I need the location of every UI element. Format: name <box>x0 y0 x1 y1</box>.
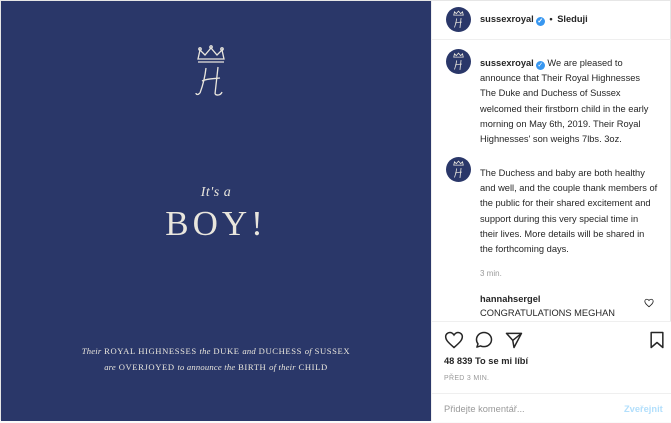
publish-button[interactable]: Zveřejnit <box>624 404 663 414</box>
heart-icon[interactable] <box>444 330 464 350</box>
likes-number: 48 839 <box>444 356 473 366</box>
announcement-line-1: Their ROYAL HIGHNESSES the DUKE and DUCH… <box>1 346 431 356</box>
share-icon[interactable] <box>504 330 524 350</box>
crown-h-monogram-icon <box>453 160 464 178</box>
comment-text: CONGRATULATIONS MEGHAN <box>480 308 615 318</box>
likes-count[interactable]: 48 839 To se mi líbí <box>444 356 528 366</box>
ann-word: the <box>199 346 211 356</box>
post-image[interactable]: It's a BOY! Their ROYAL HIGHNESSES the D… <box>1 1 431 421</box>
verified-badge-icon: ✓ <box>535 17 545 26</box>
announcement-line-2: are OVERJOYED to announce the BIRTH of t… <box>1 362 431 372</box>
bookmark-icon[interactable] <box>647 330 667 350</box>
likes-label: To se mi líbí <box>475 356 529 366</box>
ann-word: and <box>242 346 256 356</box>
verified-badge-icon: ✓ <box>535 61 545 70</box>
boy-headline: BOY! <box>165 204 267 243</box>
avatar[interactable] <box>446 7 471 32</box>
ann-word: DUKE <box>213 346 240 356</box>
avatar[interactable] <box>446 157 471 182</box>
post-header: sussexroyal ✓ • Sleduji <box>432 1 671 40</box>
comment-timestamp[interactable]: 3 min. <box>480 269 502 278</box>
post-actions: 48 839 To se mi líbí PŘED 3 MIN. Zveřejn… <box>432 321 671 422</box>
ann-word: to announce the <box>177 362 236 372</box>
crown-h-monogram-icon <box>453 52 464 70</box>
ann-word: Their <box>81 346 102 356</box>
username-link[interactable]: hannahsergel <box>480 294 540 304</box>
ann-word: OVERJOYED <box>118 362 175 372</box>
comment-text: The Duchess and baby are both healthy an… <box>480 168 658 255</box>
comment-input[interactable] <box>444 401 604 417</box>
following-button[interactable]: Sleduji <box>557 14 587 24</box>
ann-word: SUSSEX <box>314 346 351 356</box>
ann-word: are <box>104 362 116 372</box>
ann-word: of their <box>269 362 296 372</box>
caption-body: We are pleased to announce that Their Ro… <box>480 58 649 145</box>
separator-dot: • <box>549 14 553 24</box>
its-a-text: It's a <box>200 185 232 200</box>
ann-word: of <box>304 346 312 356</box>
username-link[interactable]: sussexroyal <box>480 14 534 24</box>
ann-word: ROYAL HIGHNESSES <box>104 346 197 356</box>
crown-h-monogram-icon <box>453 10 464 28</box>
ann-word: BIRTH <box>238 362 267 372</box>
post-timestamp[interactable]: PŘED 3 MIN. <box>444 375 489 382</box>
username-link[interactable]: sussexroyal <box>480 58 534 68</box>
add-comment-bar: Zveřejnit <box>432 393 671 423</box>
ann-word: DUCHESS <box>258 346 303 356</box>
heart-icon[interactable] <box>644 298 654 308</box>
post-side-panel: sussexroyal ✓ • Sleduji sussexroyal ✓ We… <box>431 1 671 422</box>
caption-text: sussexroyal ✓ We are pleased to announce … <box>480 56 658 147</box>
ann-word: CHILD <box>298 362 328 372</box>
instagram-post: It's a BOY! Their ROYAL HIGHNESSES the D… <box>0 0 671 422</box>
header-user: sussexroyal ✓ • Sleduji <box>480 14 588 26</box>
crown-h-monogram-icon <box>195 45 225 96</box>
avatar[interactable] <box>446 49 471 74</box>
comment-icon[interactable] <box>474 330 494 350</box>
